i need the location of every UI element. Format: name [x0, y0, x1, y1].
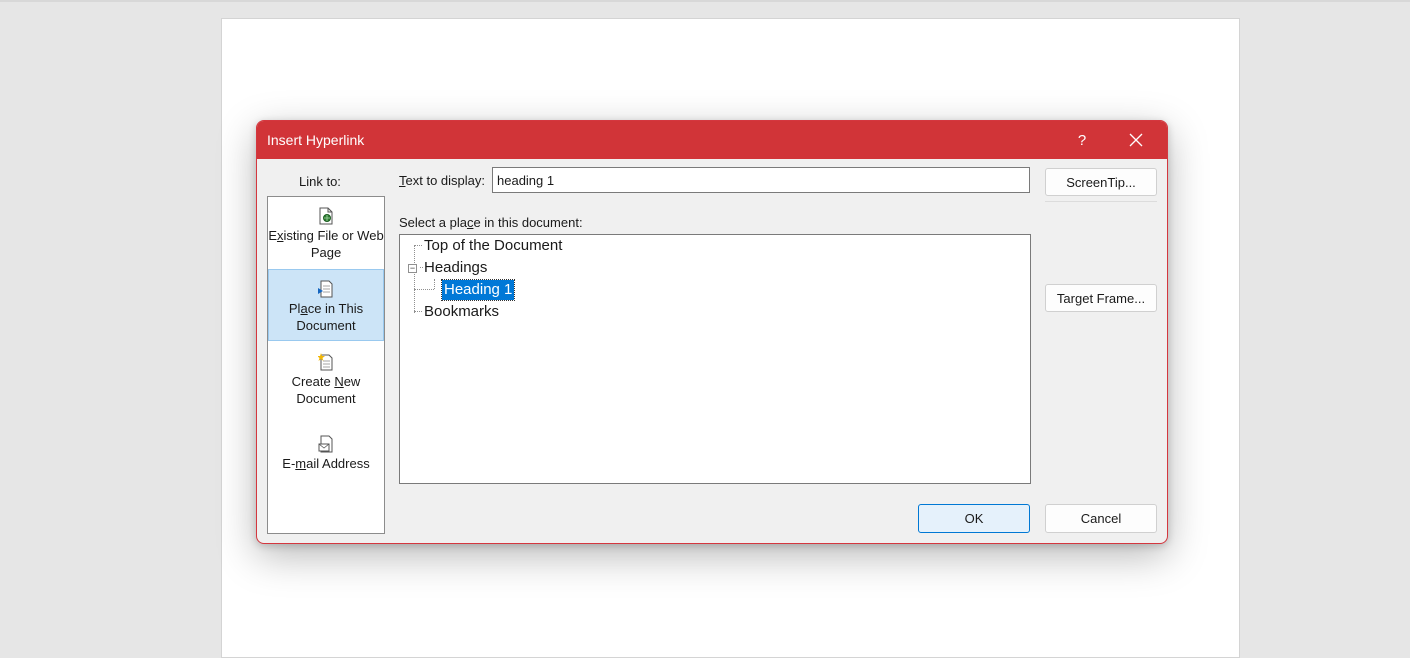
- link-to-panel: Existing File or Web Page Place in This …: [267, 196, 385, 534]
- screentip-button[interactable]: ScreenTip...: [1045, 168, 1157, 196]
- collapse-icon[interactable]: −: [408, 264, 417, 273]
- dialog-titlebar: Insert Hyperlink ?: [257, 121, 1167, 159]
- text-to-display-input[interactable]: [492, 167, 1030, 193]
- close-icon: [1129, 133, 1143, 147]
- target-frame-button[interactable]: Target Frame...: [1045, 284, 1157, 312]
- help-button[interactable]: ?: [1069, 126, 1095, 154]
- select-place-label: Select a place in this document:: [399, 215, 583, 230]
- new-document-icon: [318, 353, 333, 371]
- close-button[interactable]: [1121, 126, 1151, 154]
- place-tree[interactable]: Top of the Document − Headings Heading 1…: [399, 234, 1031, 484]
- link-to-place-in-document[interactable]: Place in This Document: [268, 269, 384, 341]
- tree-item-heading-1[interactable]: Heading 1: [400, 279, 1030, 301]
- tree-item-bookmarks[interactable]: Bookmarks: [400, 302, 1030, 322]
- place-in-document-icon: [318, 280, 333, 298]
- ok-button[interactable]: OK: [918, 504, 1030, 533]
- link-to-email-address[interactable]: E-mail Address: [268, 425, 384, 497]
- text-to-display-label: Text to display:: [399, 173, 485, 188]
- insert-hyperlink-dialog: Insert Hyperlink ? Link to: Existing Fil…: [256, 120, 1168, 544]
- dialog-title: Insert Hyperlink: [267, 132, 365, 148]
- link-to-new-document[interactable]: Create New Document: [268, 343, 384, 415]
- link-to-label: Link to:: [299, 174, 341, 189]
- tree-item-top-of-document[interactable]: Top of the Document: [400, 236, 1030, 256]
- separator: [1045, 201, 1157, 202]
- help-icon: ?: [1077, 131, 1087, 149]
- top-divider: [0, 0, 1410, 2]
- tree-item-headings[interactable]: − Headings: [400, 258, 1030, 278]
- email-address-icon: [318, 435, 333, 453]
- link-to-existing-file[interactable]: Existing File or Web Page: [268, 197, 384, 269]
- cancel-button[interactable]: Cancel: [1045, 504, 1157, 533]
- existing-file-icon: [319, 207, 333, 225]
